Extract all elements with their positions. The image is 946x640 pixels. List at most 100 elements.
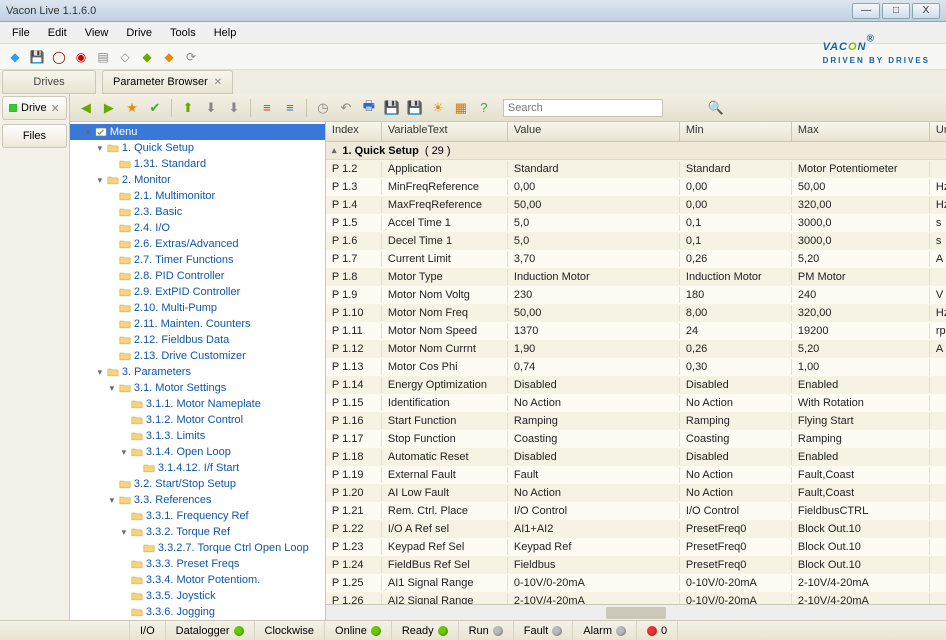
table-row[interactable]: P 1.11Motor Nom Speed13702419200rpm0: [326, 322, 946, 340]
tree-item[interactable]: 2.6. Extras/Advanced: [70, 236, 325, 252]
tree-item[interactable]: ▾3.1. Motor Settings: [70, 380, 325, 396]
drive-tab[interactable]: Drive ✕: [2, 96, 67, 120]
sun-icon[interactable]: ☀: [428, 98, 448, 118]
navigation-tree[interactable]: ▾Menu▾1. Quick Setup 1.31. Standard▾2. M…: [70, 122, 326, 620]
tree-item[interactable]: ▾1. Quick Setup: [70, 140, 325, 156]
download-icon[interactable]: ⬇: [201, 98, 221, 118]
group-row[interactable]: ▴ 1. Quick Setup ( 29 ): [326, 142, 946, 160]
page-icon[interactable]: ▤: [94, 48, 112, 66]
table-row[interactable]: P 1.22I/O A Ref selAI1+AI2PresetFreq0Blo…: [326, 520, 946, 538]
tree-item[interactable]: ▾3.3.2. Torque Ref: [70, 524, 325, 540]
list-red-icon[interactable]: ≡: [257, 98, 277, 118]
table-row[interactable]: P 1.14Energy OptimizationDisabledDisable…: [326, 376, 946, 394]
save-icon[interactable]: 💾: [28, 48, 46, 66]
tree-item[interactable]: 3.3.6. Jogging: [70, 604, 325, 620]
expand-icon[interactable]: [130, 463, 142, 473]
close-drive-icon[interactable]: ✕: [51, 102, 60, 115]
tree-item[interactable]: 2.7. Timer Functions: [70, 252, 325, 268]
tree-item[interactable]: 3.3.1. Frequency Ref: [70, 508, 325, 524]
tree-item[interactable]: ▾3.3. References: [70, 492, 325, 508]
tree-item[interactable]: ▾2. Monitor: [70, 172, 325, 188]
expand-icon[interactable]: [106, 335, 118, 345]
expand-icon[interactable]: [118, 415, 130, 425]
tree-item[interactable]: 2.4. I/O: [70, 220, 325, 236]
table-row[interactable]: P 1.5Accel Time 15,00,13000,0s5,0: [326, 214, 946, 232]
diamond-blue-icon[interactable]: ◆: [6, 48, 24, 66]
tree-item[interactable]: 3.3.4. Motor Potentiom.: [70, 572, 325, 588]
menu-drive[interactable]: Drive: [118, 24, 160, 42]
table-row[interactable]: P 1.21Rem. Ctrl. PlaceI/O ControlI/O Con…: [326, 502, 946, 520]
expand-icon[interactable]: [106, 303, 118, 313]
tree-item[interactable]: 2.13. Drive Customizer: [70, 348, 325, 364]
table-row[interactable]: P 1.10Motor Nom Freq50,008,00320,00Hz0,0…: [326, 304, 946, 322]
menu-tools[interactable]: Tools: [162, 24, 204, 42]
expand-icon[interactable]: [106, 287, 118, 297]
grid-body[interactable]: P 1.2ApplicationStandardStandardMotor Po…: [326, 160, 946, 604]
table-row[interactable]: P 1.9Motor Nom Voltg230180240V0: [326, 286, 946, 304]
horizontal-scrollbar[interactable]: [326, 604, 946, 620]
expand-icon[interactable]: [118, 575, 130, 585]
expand-icon[interactable]: [106, 479, 118, 489]
nav-back-icon[interactable]: ◀: [76, 98, 96, 118]
tree-item[interactable]: 2.10. Multi-Pump: [70, 300, 325, 316]
expand-icon[interactable]: [106, 239, 118, 249]
expand-icon[interactable]: [118, 399, 130, 409]
expand-icon[interactable]: ▾: [118, 447, 130, 458]
drives-tab[interactable]: Drives: [2, 70, 96, 94]
minimize-button[interactable]: —: [852, 3, 880, 19]
expand-icon[interactable]: [106, 223, 118, 233]
expand-icon[interactable]: ▾: [94, 143, 106, 154]
search-icon[interactable]: 🔍: [706, 98, 726, 118]
files-tab[interactable]: Files: [2, 124, 67, 148]
tree-item[interactable]: ▾3.1.4. Open Loop: [70, 444, 325, 460]
tree-root[interactable]: ▾Menu: [70, 124, 325, 140]
expand-icon[interactable]: [106, 191, 118, 201]
maximize-button[interactable]: □: [882, 3, 910, 19]
expand-icon[interactable]: [118, 591, 130, 601]
calendar-icon[interactable]: ▦: [451, 98, 471, 118]
tree-item[interactable]: 3.1.1. Motor Nameplate: [70, 396, 325, 412]
expand-icon[interactable]: [106, 255, 118, 265]
col-value[interactable]: Value: [508, 122, 680, 141]
col-variable[interactable]: VariableText: [382, 122, 508, 141]
print-icon[interactable]: 🖶: [359, 98, 379, 118]
menu-edit[interactable]: Edit: [40, 24, 75, 42]
check-icon[interactable]: ✔: [145, 98, 165, 118]
diamond-green-icon[interactable]: ◆: [138, 48, 156, 66]
tree-item[interactable]: 2.11. Mainten. Counters: [70, 316, 325, 332]
expand-icon[interactable]: [106, 159, 118, 169]
tree-item[interactable]: 2.9. ExtPID Controller: [70, 284, 325, 300]
col-unit[interactable]: Unit: [930, 122, 946, 141]
table-row[interactable]: P 1.25AI1 Signal Range0-10V/0-20mA0-10V/…: [326, 574, 946, 592]
col-index[interactable]: Index: [326, 122, 382, 141]
table-row[interactable]: P 1.8Motor TypeInduction MotorInduction …: [326, 268, 946, 286]
table-row[interactable]: P 1.23Keypad Ref SelKeypad RefPresetFreq…: [326, 538, 946, 556]
table-row[interactable]: P 1.26AI2 Signal Range2-10V/4-20mA0-10V/…: [326, 592, 946, 604]
table-row[interactable]: P 1.19External FaultFaultNo ActionFault,…: [326, 466, 946, 484]
tree-item[interactable]: 2.12. Fieldbus Data: [70, 332, 325, 348]
table-row[interactable]: P 1.24FieldBus Ref SelFieldbusPresetFreq…: [326, 556, 946, 574]
col-min[interactable]: Min: [680, 122, 792, 141]
table-row[interactable]: P 1.12Motor Nom Currnt1,900,265,20A0,00: [326, 340, 946, 358]
download2-icon[interactable]: ⬇: [224, 98, 244, 118]
disk-icon[interactable]: 💾: [382, 98, 402, 118]
table-row[interactable]: P 1.18Automatic ResetDisabledDisabledEna…: [326, 448, 946, 466]
table-row[interactable]: P 1.16Start FunctionRampingRampingFlying…: [326, 412, 946, 430]
expand-icon[interactable]: [106, 271, 118, 281]
diamond-outline-icon[interactable]: ◇: [116, 48, 134, 66]
tree-item[interactable]: 3.2. Start/Stop Setup: [70, 476, 325, 492]
table-row[interactable]: P 1.4MaxFreqReference50,000,00320,00Hz0,…: [326, 196, 946, 214]
expand-icon[interactable]: ▾: [106, 495, 118, 506]
stop-icon[interactable]: ◯: [50, 48, 68, 66]
menu-file[interactable]: File: [4, 24, 38, 42]
tree-item[interactable]: 2.8. PID Controller: [70, 268, 325, 284]
tree-item[interactable]: 2.3. Basic: [70, 204, 325, 220]
expand-icon[interactable]: [106, 319, 118, 329]
nav-fwd-icon[interactable]: ▶: [99, 98, 119, 118]
table-row[interactable]: P 1.15IdentificationNo ActionNo ActionWi…: [326, 394, 946, 412]
record-icon[interactable]: ◉: [72, 48, 90, 66]
table-row[interactable]: P 1.13Motor Cos Phi0,740,301,000,00: [326, 358, 946, 376]
menu-help[interactable]: Help: [206, 24, 245, 42]
tree-item[interactable]: 3.3.2.7. Torque Ctrl Open Loop: [70, 540, 325, 556]
expand-icon[interactable]: [106, 207, 118, 217]
